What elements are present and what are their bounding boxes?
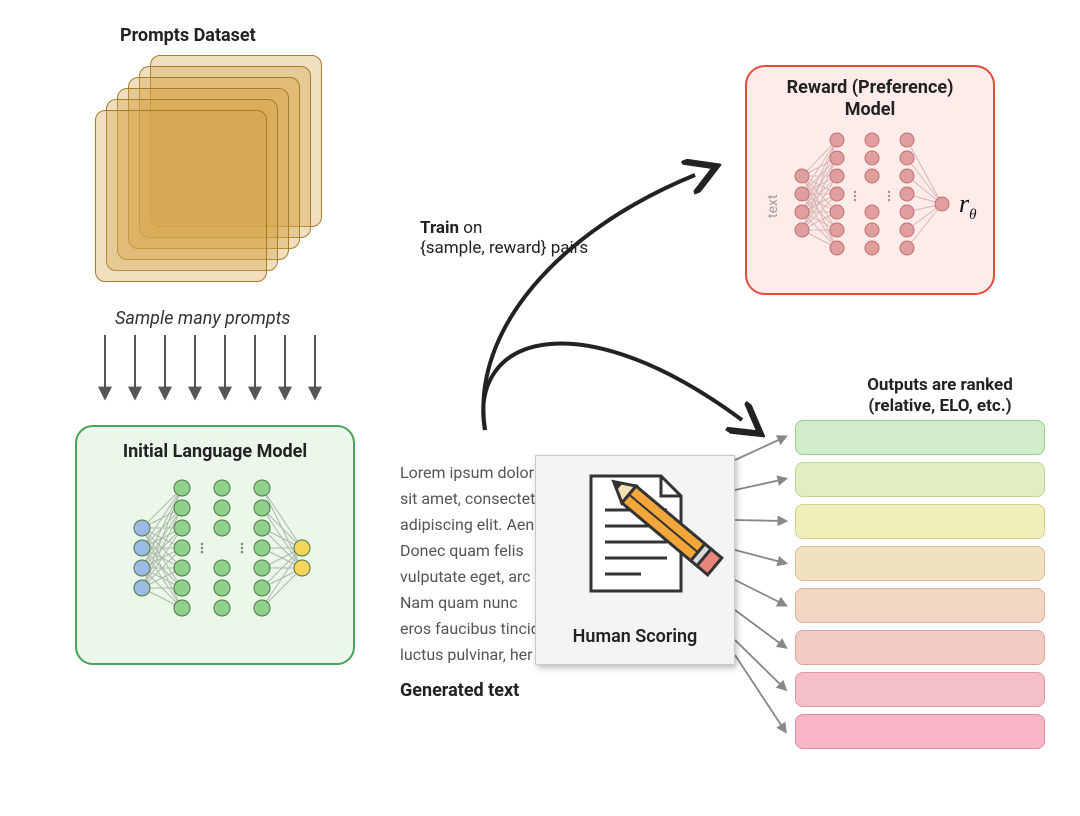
human-scoring-icon — [536, 456, 736, 616]
ranked-output-bar — [795, 630, 1045, 665]
ranked-output-bar — [795, 546, 1045, 581]
ranked-output-bar — [795, 504, 1045, 539]
ranked-output-bar — [795, 672, 1045, 707]
reward-model-output-symbol: rθ — [959, 189, 977, 223]
reward-model-neural-net-icon: text rθ — [747, 120, 995, 290]
reward-model-input-label: text — [765, 194, 781, 218]
outputs-ranked-heading: Outputs are ranked (relative, ELO, etc.) — [810, 375, 1070, 418]
generated-text-heading: Generated text — [400, 680, 519, 701]
human-scoring-box: Human Scoring — [535, 455, 735, 665]
ranked-output-bar — [795, 714, 1045, 749]
human-scoring-title: Human Scoring — [536, 626, 734, 647]
reward-model-title-line1: Reward (Preference) — [747, 77, 993, 99]
ranked-outputs-list — [795, 420, 1045, 756]
ranked-output-bar — [795, 588, 1045, 623]
reward-model-title-line2: Model — [747, 99, 993, 121]
ranked-output-bar — [795, 420, 1045, 455]
ranked-output-bar — [795, 462, 1045, 497]
reward-model-box: Reward (Preference) Model text rθ — [745, 65, 995, 295]
